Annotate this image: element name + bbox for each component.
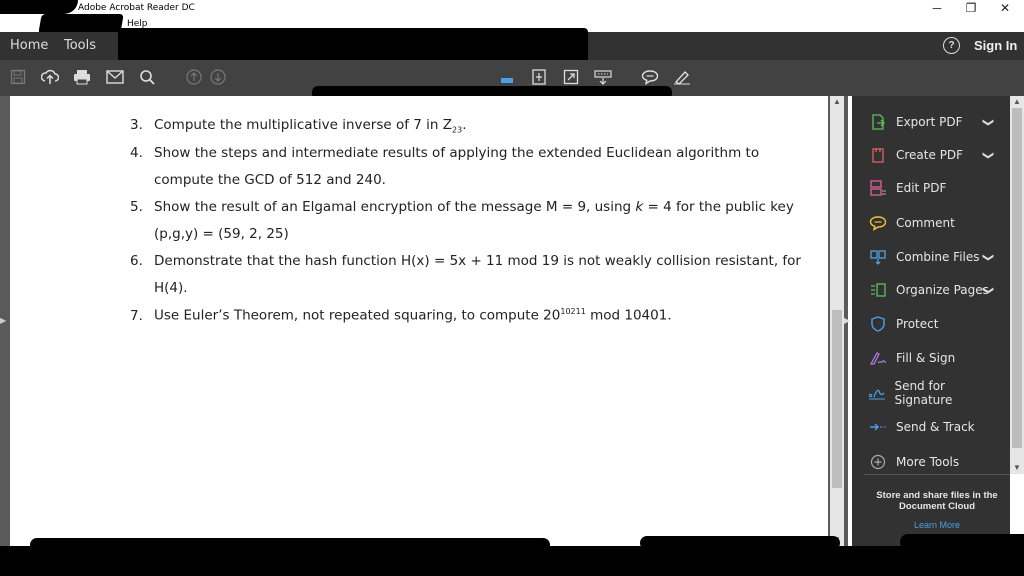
fullscreen-icon[interactable]: [561, 67, 581, 87]
tool-combine-files[interactable]: Combine Files ❯: [868, 246, 998, 268]
export-pdf-icon: [868, 113, 888, 131]
fit-page-icon[interactable]: [529, 67, 549, 87]
tool-label: Create PDF: [896, 148, 964, 162]
tool-label: More Tools: [896, 455, 960, 469]
list-item: 7. Use Euler’s Theorem, not repeated squa…: [130, 307, 672, 324]
chevron-down-icon[interactable]: ❯: [982, 285, 995, 294]
scroll-thumb[interactable]: [832, 310, 842, 488]
pen-icon[interactable]: [672, 67, 692, 87]
tool-create-pdf[interactable]: Create PDF ❯: [868, 144, 998, 166]
combine-files-icon: [868, 248, 888, 266]
tool-send-track[interactable]: Send & Track: [868, 416, 998, 438]
redaction: [38, 14, 124, 34]
redaction: [0, 0, 78, 14]
tool-protect[interactable]: Protect: [868, 313, 998, 335]
tool-fill-sign[interactable]: Fill & Sign: [868, 347, 998, 369]
send-signature-icon: [868, 384, 886, 402]
tool-label: Organize Pages: [896, 283, 989, 297]
tool-label: Comment: [896, 216, 955, 230]
fill-sign-icon: [868, 349, 888, 367]
prev-page-icon[interactable]: [184, 67, 204, 87]
learn-more-link[interactable]: Learn More: [866, 520, 1008, 530]
scroll-up-icon[interactable]: ▲: [830, 96, 844, 108]
comment-icon[interactable]: [640, 67, 660, 87]
email-icon[interactable]: [105, 67, 125, 87]
list-item-continuation: (p,g,y) = (59, 2, 25): [154, 226, 289, 242]
close-button[interactable]: ✕: [988, 0, 1022, 16]
organize-pages-icon: [868, 281, 888, 299]
scroll-up-icon[interactable]: ▲: [1010, 96, 1024, 108]
edit-pdf-icon: [868, 179, 888, 197]
tool-export-pdf[interactable]: Export PDF ❯: [868, 111, 998, 133]
minimize-button[interactable]: ─: [920, 0, 954, 16]
tool-label: Send for Signature: [894, 379, 953, 407]
select-icon[interactable]: [497, 67, 517, 87]
sign-in-button[interactable]: Sign In: [974, 32, 1017, 60]
chevron-down-icon[interactable]: ❯: [982, 150, 995, 159]
upload-icon[interactable]: [40, 67, 60, 87]
divider: [864, 474, 1010, 475]
save-icon[interactable]: [8, 67, 28, 87]
tool-label: Export PDF: [896, 115, 963, 129]
list-item: 4. Show the steps and intermediate result…: [130, 145, 760, 161]
protect-icon: [868, 315, 888, 333]
redaction: [640, 536, 840, 550]
next-page-icon[interactable]: [208, 67, 228, 87]
create-pdf-icon: [868, 146, 888, 164]
document-cloud-promo: Store and share files in the Document Cl…: [876, 490, 998, 512]
tool-label: Edit PDF: [896, 181, 947, 195]
scroll-thumb[interactable]: [1012, 108, 1022, 448]
list-item: 3. Compute the multiplicative inverse of …: [130, 117, 467, 135]
send-track-icon: [868, 418, 888, 436]
print-icon[interactable]: [72, 67, 92, 87]
tools-panel-scrollbar[interactable]: ▲ ▼: [1010, 96, 1024, 474]
tool-label: Combine Files: [896, 250, 980, 264]
search-icon[interactable]: [137, 67, 157, 87]
list-item: 6. Demonstrate that the hash function H(x…: [130, 253, 801, 269]
chevron-down-icon[interactable]: ❯: [982, 252, 995, 261]
document-scrollbar[interactable]: ▲ ▼: [830, 96, 844, 546]
tool-edit-pdf[interactable]: Edit PDF: [868, 177, 998, 199]
scroll-down-icon[interactable]: ▼: [1010, 462, 1024, 474]
tool-label: Fill & Sign: [896, 351, 956, 365]
redaction: [900, 534, 1024, 550]
tool-send-for-signature[interactable]: Send for Signature: [868, 379, 998, 407]
chevron-down-icon[interactable]: ❯: [982, 117, 995, 126]
help-icon[interactable]: ?: [943, 37, 960, 54]
tab-tools[interactable]: Tools: [64, 32, 96, 60]
tab-home[interactable]: Home: [10, 32, 48, 60]
more-tools-icon: [868, 453, 888, 471]
comment-icon: [868, 214, 888, 232]
tool-comment[interactable]: Comment: [868, 212, 998, 234]
collapse-panel-icon[interactable]: ▶: [844, 316, 850, 325]
collapse-left-icon[interactable]: ▶: [0, 316, 6, 325]
tool-more-tools[interactable]: More Tools: [868, 451, 998, 473]
app-title: Adobe Acrobat Reader DC: [78, 3, 195, 13]
keyboard-icon[interactable]: [593, 67, 613, 87]
list-item-continuation: compute the GCD of 512 and 240.: [154, 172, 386, 188]
tool-organize-pages[interactable]: Organize Pages ❯: [868, 279, 998, 301]
list-item: 5. Show the result of an Elgamal encrypti…: [130, 199, 794, 215]
list-item-continuation: H(4).: [154, 280, 188, 296]
tool-label: Send & Track: [896, 420, 975, 434]
tool-label: Protect: [896, 317, 939, 331]
redaction: [30, 538, 550, 552]
restore-button[interactable]: ❐: [954, 0, 988, 16]
